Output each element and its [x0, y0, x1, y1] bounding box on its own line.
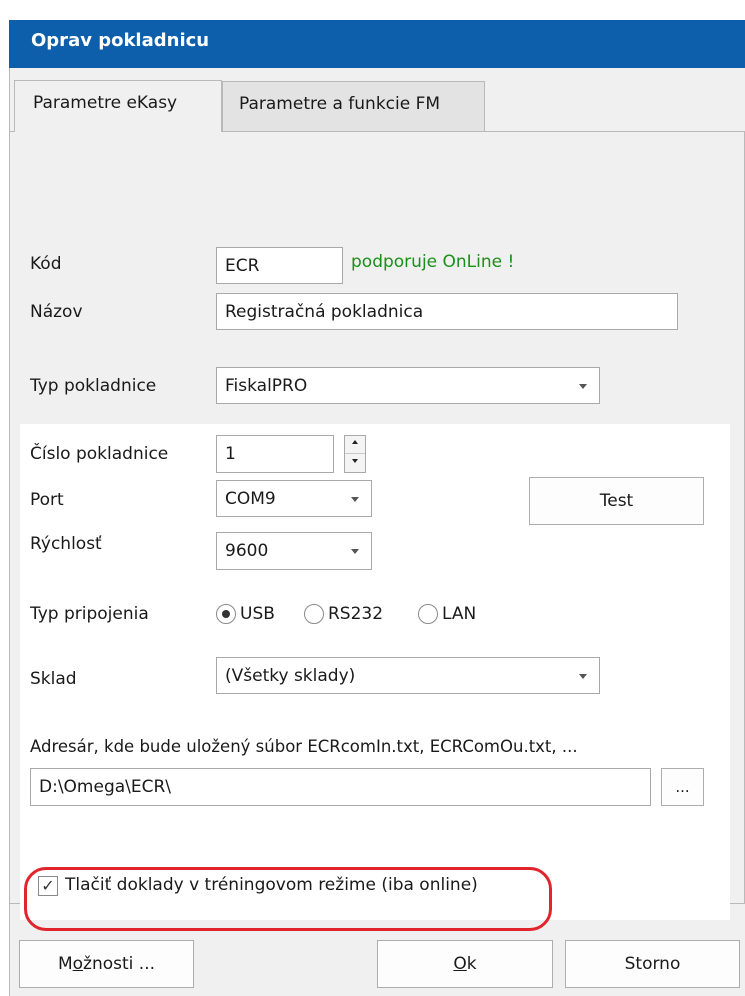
tab-panel: Kód ECR podporuje OnLine ! Názov Registr… [10, 131, 745, 931]
storno-button[interactable]: Storno [565, 940, 740, 988]
cislo-pokladnice-spinner[interactable] [344, 435, 366, 473]
cislo-pokladnice-input[interactable]: 1 [216, 435, 334, 473]
tab-strip: Parametre eKasy Parametre a funkcie FM [10, 68, 745, 132]
rychlost-value: 9600 [225, 541, 269, 561]
chevron-down-icon [351, 496, 359, 502]
radio-dot [222, 610, 230, 618]
radio-usb-label: USB [240, 604, 275, 624]
typ-pripojenia-label: Typ pripojenia [30, 604, 149, 624]
port-value: COM9 [225, 488, 276, 509]
chevron-down-icon [351, 549, 359, 554]
nazov-label: Názov [30, 302, 83, 322]
moznosti-pre: M [57, 954, 73, 974]
cislo-pokladnice-label: Číslo pokladnice [30, 444, 169, 464]
radio-usb[interactable]: USB [216, 604, 275, 624]
radio-circle [304, 604, 324, 624]
arrow-up-icon [352, 440, 358, 444]
browse-button[interactable]: ... [661, 768, 704, 806]
sklad-select[interactable]: (Všetky sklady) [216, 657, 600, 694]
moznosti-button[interactable]: Mo žnosti ... [19, 940, 194, 988]
chevron-down-icon [579, 383, 587, 389]
typ-pokladnice-select[interactable]: FiskalPRO [216, 367, 600, 404]
dialog: Parametre eKasy Parametre a funkcie FM K… [9, 68, 745, 996]
moznosti-ul: o [72, 954, 84, 974]
moznosti-post: žnosti ... [83, 954, 156, 974]
sklad-label: Sklad [30, 669, 77, 689]
tab-parametre-fm[interactable]: Parametre a funkcie FM [222, 81, 485, 131]
typ-pokladnice-value: FiskalPRO [225, 375, 308, 396]
tab-parametre-ekasy[interactable]: Parametre eKasy [14, 80, 222, 132]
chevron-down-icon [579, 673, 587, 679]
radio-circle [418, 604, 438, 624]
sklad-value: (Všetky sklady) [225, 665, 356, 686]
spin-up-button[interactable] [345, 436, 365, 454]
ok-post: k [466, 954, 477, 974]
spin-down-button[interactable] [345, 454, 365, 472]
radio-lan-label: LAN [442, 604, 477, 624]
rychlost-select[interactable]: 9600 [216, 532, 372, 570]
arrow-down-icon [352, 459, 358, 463]
ok-ul: O [453, 954, 467, 974]
adresar-label: Adresár, kde bude uložený súbor ECRcomIn… [30, 737, 578, 756]
connection-group: Číslo pokladnice 1 Port COM9 Test Rýchlo… [20, 424, 730, 920]
radio-rs232[interactable]: RS232 [304, 604, 383, 624]
kod-input[interactable]: ECR [216, 247, 343, 284]
port-select[interactable]: COM9 [216, 480, 372, 517]
test-button[interactable]: Test [529, 477, 704, 525]
ok-button[interactable]: Ok [377, 940, 553, 988]
online-support-note: podporuje OnLine ! [351, 252, 515, 272]
radio-circle [216, 604, 236, 624]
rychlost-label: Rýchlosť [30, 534, 102, 554]
nazov-input[interactable]: Registračná pokladnica [216, 293, 678, 330]
radio-lan[interactable]: LAN [418, 604, 476, 624]
annotation-highlight [24, 867, 552, 931]
port-label: Port [30, 490, 64, 510]
radio-rs232-label: RS232 [328, 604, 384, 624]
adresar-input[interactable]: D:\Omega\ECR\ [30, 768, 651, 806]
kod-label: Kód [30, 254, 62, 274]
window-title: Oprav pokladnicu [9, 20, 745, 68]
typ-pokladnice-label: Typ pokladnice [30, 376, 157, 396]
